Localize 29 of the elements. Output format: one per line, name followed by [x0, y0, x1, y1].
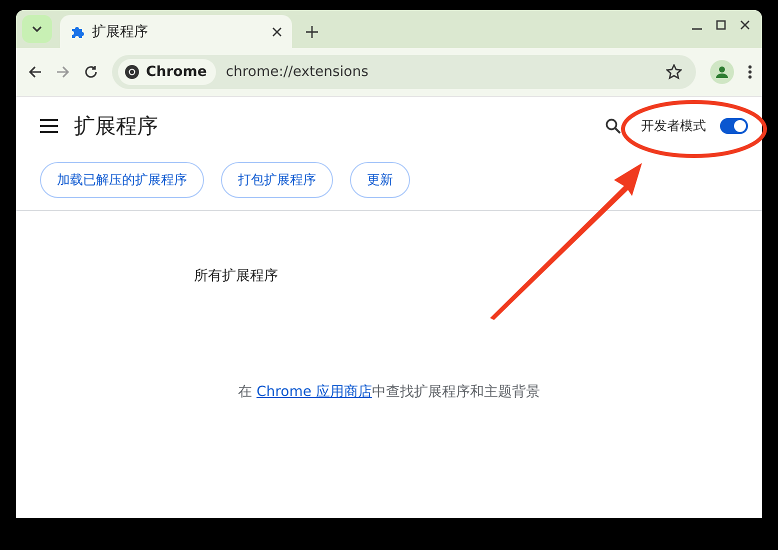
star-icon[interactable]: [666, 64, 682, 80]
puzzle-icon: [70, 24, 84, 38]
chevron-down-icon: [32, 26, 42, 32]
developer-mode-toggle[interactable]: [720, 118, 748, 134]
action-button[interactable]: 加载已解压的扩展程序: [40, 162, 204, 198]
address-field[interactable]: chrome://extensions: [226, 64, 656, 80]
maximize-icon[interactable]: [716, 20, 726, 30]
store-hint-text: 在 Chrome 应用商店中查找扩展程序和主题背景: [237, 383, 541, 401]
browser-tab[interactable]: 扩展程序: [60, 15, 292, 48]
tab-search-button[interactable]: [22, 15, 52, 43]
page-title: 扩展程序: [74, 113, 159, 140]
close-icon[interactable]: [272, 26, 282, 36]
store-link[interactable]: Chrome 应用商店: [256, 384, 372, 400]
reload-icon[interactable]: [84, 65, 98, 79]
action-button[interactable]: 更新: [350, 162, 410, 198]
developer-mode-label: 开发者模式: [641, 118, 706, 135]
section-heading: 所有扩展程序: [193, 267, 279, 285]
search-icon[interactable]: [605, 118, 621, 134]
menu-icon[interactable]: [40, 119, 58, 133]
tab-title: 扩展程序: [92, 22, 149, 40]
new-tab-icon[interactable]: [306, 26, 318, 38]
action-button[interactable]: 打包扩展程序: [221, 162, 333, 198]
forward-arrow-icon[interactable]: [56, 65, 70, 79]
profile-avatar[interactable]: [710, 60, 734, 84]
site-chip[interactable]: Chrome: [118, 59, 216, 85]
chrome-logo-icon: [124, 64, 140, 80]
back-arrow-icon[interactable]: [28, 65, 42, 79]
more-menu-icon[interactable]: [748, 65, 752, 79]
close-icon[interactable]: [740, 20, 750, 30]
